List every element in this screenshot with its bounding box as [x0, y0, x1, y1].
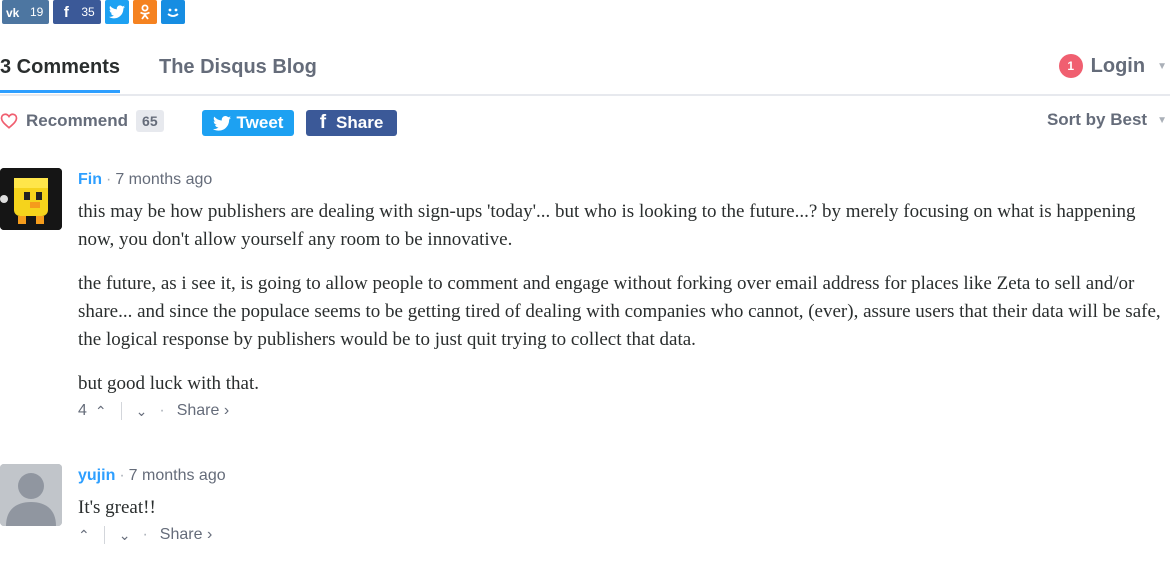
share-label: Share [336, 113, 384, 132]
comment-time[interactable]: 7 months ago [115, 171, 212, 188]
comment-share-link[interactable]: Share › [160, 526, 212, 544]
comment-item: Fin · 7 months ago this may be how publish… [0, 168, 1170, 430]
odnoklassniki-icon [139, 4, 150, 20]
meta-separator: · [106, 171, 112, 188]
moimir-icon [167, 8, 179, 17]
twitter-icon [212, 115, 231, 131]
recommend-count: 65 [136, 110, 164, 132]
chevron-down-icon: ▼ [1157, 114, 1167, 126]
comment-item: yujin · 7 months ago It's great!! ⌃ ⌄ · Sh… [0, 464, 1170, 548]
heart-icon [0, 113, 18, 129]
downvote-icon[interactable]: ⌄ [119, 527, 131, 544]
avatar[interactable] [0, 464, 62, 526]
facebook-share-count: 35 [81, 5, 95, 19]
facebook-share-button[interactable]: f 35 [53, 0, 101, 24]
downvote-icon[interactable]: ⌄ [136, 403, 148, 420]
comment-footer: ⌃ ⌄ · Share › [78, 526, 1166, 544]
vote-divider [103, 526, 105, 544]
facebook-icon: f [63, 3, 69, 21]
facebook-icon: f [319, 112, 327, 133]
comment-meta: yujin · 7 months ago [78, 464, 1166, 488]
thread-actions: Recommend 65 Tweet f Share Sort by Best … [0, 110, 1170, 136]
avatar-image [0, 168, 62, 230]
upvote-icon[interactable]: ⌃ [95, 403, 107, 420]
vote-count: 4 [78, 402, 87, 419]
recommend-button[interactable]: Recommend 65 [0, 110, 164, 132]
comment-text: It's great!! [78, 494, 1166, 522]
tab-disqus-blog[interactable]: The Disqus Blog [159, 56, 317, 79]
avatar[interactable] [0, 168, 62, 230]
comment-share-link[interactable]: Share › [177, 402, 229, 420]
twitter-icon [108, 5, 125, 19]
login-button[interactable]: 1 Login ▼ [1058, 54, 1167, 78]
meta-separator: · [119, 467, 125, 484]
tweet-button[interactable]: Tweet [202, 110, 294, 136]
comment-paragraph: this may be how publishers are dealing w… [78, 201, 1136, 250]
footer-separator: · [159, 402, 165, 419]
comment-author[interactable]: Fin [78, 171, 102, 188]
vk-share-count: 19 [30, 5, 44, 19]
footer-separator: · [142, 526, 148, 543]
vote-divider [120, 402, 122, 420]
social-share-bar: vk 19 f 35 [2, 0, 185, 24]
login-label: Login [1090, 54, 1146, 77]
comment-time[interactable]: 7 months ago [129, 467, 226, 484]
default-avatar-icon [0, 464, 62, 526]
sort-label: Sort by Best [1046, 110, 1148, 129]
recommend-label: Recommend [26, 111, 129, 130]
notification-badge: 1 [1058, 54, 1083, 78]
moimir-share-button[interactable] [160, 0, 185, 24]
comment-body: Fin · 7 months ago this may be how publish… [78, 168, 1166, 420]
comment-paragraph: but good luck with that. [78, 373, 260, 394]
vk-share-button[interactable]: vk 19 [2, 0, 50, 24]
twitter-share-button[interactable] [104, 0, 129, 24]
comment-paragraph: the future, as i see it, is going to all… [78, 273, 1161, 350]
comment-author[interactable]: yujin [78, 467, 115, 484]
comment-footer: 4 ⌃ ⌄ · Share › [78, 402, 1166, 420]
sort-dropdown[interactable]: Sort by Best ▼ [1047, 110, 1167, 130]
upvote-icon[interactable]: ⌃ [78, 527, 90, 544]
tweet-label: Tweet [236, 113, 284, 132]
odnoklassniki-share-button[interactable] [132, 0, 157, 24]
comment-text: this may be how publishers are dealing w… [78, 198, 1166, 398]
comment-body: yujin · 7 months ago It's great!! ⌃ ⌄ · Sh… [78, 464, 1166, 544]
svg-text:vk: vk [6, 6, 20, 18]
comments-nav: 3 Comments The Disqus Blog 1 Login ▼ [0, 52, 1170, 96]
tab-comments[interactable]: 3 Comments [0, 56, 121, 93]
vk-icon: vk [2, 0, 28, 24]
comment-paragraph: It's great!! [78, 497, 156, 518]
comment-meta: Fin · 7 months ago [78, 168, 1166, 192]
facebook-share-thread-button[interactable]: f Share [306, 110, 397, 136]
chevron-down-icon: ▼ [1157, 60, 1167, 72]
